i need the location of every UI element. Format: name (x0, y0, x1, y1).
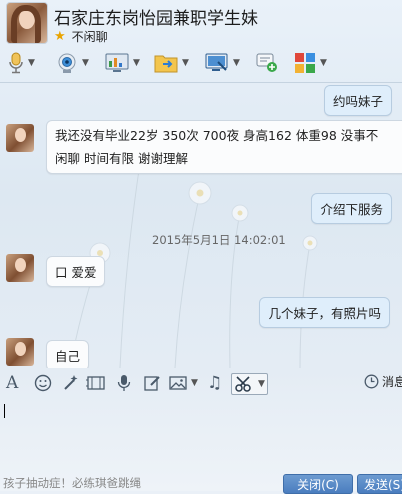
chevron-down-icon[interactable]: ▼ (191, 378, 198, 388)
message-text: 几个妹子，有照片吗 (268, 306, 381, 321)
message-text: 闲聊 时间有限 谢谢理解 (55, 151, 188, 166)
chevron-down-icon[interactable]: ▼ (82, 58, 89, 68)
ad-link[interactable]: 孩子抽动症！必练琪爸跳绳 (3, 475, 141, 491)
contact-avatar-small[interactable] (6, 254, 34, 282)
video-call-button[interactable]: ▼ (56, 50, 89, 76)
contact-avatar[interactable] (6, 2, 48, 44)
screen-share-button[interactable]: ▼ (105, 50, 140, 76)
text-caret (4, 404, 5, 418)
font-icon: A (6, 373, 19, 393)
voice-icon (117, 375, 131, 391)
edit-button[interactable] (143, 373, 161, 393)
emoji-icon (34, 374, 52, 392)
apps-button[interactable]: ▼ (294, 50, 327, 76)
message-text: 我还没有毕业22岁 350次 700夜 身高162 体重98 没事不 (55, 128, 379, 143)
chat-window: 石家庄东岗怡园兼职学生妹 ★ 不闲聊 ▼ ▼ ▼ ▼ ▼ ▼ 约吗妹子 我还没有… (0, 0, 402, 494)
screenshot-scissors-icon (235, 376, 251, 392)
music-button[interactable]: ♫ (207, 373, 222, 393)
voice-message-button[interactable] (116, 373, 132, 393)
apps-icon (295, 53, 315, 73)
contact-avatar-small[interactable] (6, 124, 34, 152)
screen-share-icon (105, 53, 129, 72)
gif-button[interactable] (86, 373, 106, 393)
message-bubble-other[interactable]: 自己 (46, 340, 90, 368)
edit-icon (144, 376, 160, 391)
chat-toolbar: ▼ ▼ ▼ ▼ ▼ ▼ (0, 48, 402, 80)
chevron-down-icon[interactable]: ▼ (233, 58, 240, 68)
chevron-down-icon[interactable]: ▼ (28, 58, 35, 68)
chevron-down-icon[interactable]: ▼ (258, 379, 265, 389)
magic-wand-icon (64, 375, 78, 390)
input-toolbar: A ▼ ♫ ▼ 消息 (0, 370, 402, 396)
screenshot-button[interactable]: ▼ (231, 373, 268, 395)
message-timestamp: 2015年5月1日 14:02:01 (152, 233, 286, 247)
message-plus-icon (256, 53, 277, 72)
message-history-button[interactable]: 消息 (364, 373, 402, 390)
chat-footer: 孩子抽动症！必练琪爸跳绳 关闭(C) 发送(S) (0, 472, 402, 494)
chevron-down-icon[interactable]: ▼ (133, 58, 140, 68)
message-text: 介绍下服务 (320, 202, 383, 217)
music-icon: ♫ (207, 373, 223, 393)
message-bubble-self[interactable]: 几个妹子，有照片吗 (259, 297, 390, 328)
message-list[interactable]: 约吗妹子 我还没有毕业22岁 350次 700夜 身高162 体重98 没事不 … (0, 83, 402, 368)
magic-wand-button[interactable] (61, 373, 79, 393)
close-button[interactable]: 关闭(C) (283, 474, 353, 494)
contact-status: ★ 不闲聊 (54, 28, 108, 45)
webcam-icon (58, 53, 76, 73)
chevron-down-icon[interactable]: ▼ (320, 58, 327, 68)
voice-call-button[interactable]: ▼ (8, 50, 35, 76)
send-button[interactable]: 发送(S) (357, 474, 402, 494)
clock-icon (364, 374, 379, 389)
message-text: 口 爱爱 (55, 265, 97, 280)
message-text: 约吗妹子 (332, 94, 383, 109)
send-file-button[interactable]: ▼ (154, 50, 189, 76)
emoji-button[interactable] (34, 373, 52, 393)
contact-avatar-small[interactable] (6, 338, 34, 366)
gif-icon (86, 376, 105, 390)
chevron-down-icon[interactable]: ▼ (182, 58, 189, 68)
chat-header: 石家庄东岗怡园兼职学生妹 ★ 不闲聊 (0, 0, 402, 46)
message-plus-button[interactable] (255, 50, 279, 76)
message-history-label: 消息 (381, 375, 402, 389)
message-bubble-self[interactable]: 约吗妹子 (323, 85, 392, 116)
image-button[interactable]: ▼ (169, 373, 198, 393)
file-transfer-icon (154, 55, 178, 73)
microphone-icon (9, 52, 23, 74)
image-icon (169, 376, 187, 390)
message-bubble-other[interactable]: 我还没有毕业22岁 350次 700夜 身高162 体重98 没事不 闲聊 时间… (46, 120, 402, 174)
message-bubble-self[interactable]: 介绍下服务 (311, 193, 392, 224)
contact-name[interactable]: 石家庄东岗怡园兼职学生妹 (54, 4, 258, 29)
font-button[interactable]: A (6, 373, 18, 393)
remote-desktop-icon (205, 53, 228, 71)
message-text: 自己 (55, 349, 81, 364)
remote-desktop-button[interactable]: ▼ (205, 50, 240, 76)
message-bubble-other[interactable]: 口 爱爱 (46, 256, 106, 287)
message-input[interactable] (0, 396, 402, 470)
contact-status-text: 不闲聊 (71, 30, 108, 44)
star-icon: ★ (54, 29, 66, 44)
